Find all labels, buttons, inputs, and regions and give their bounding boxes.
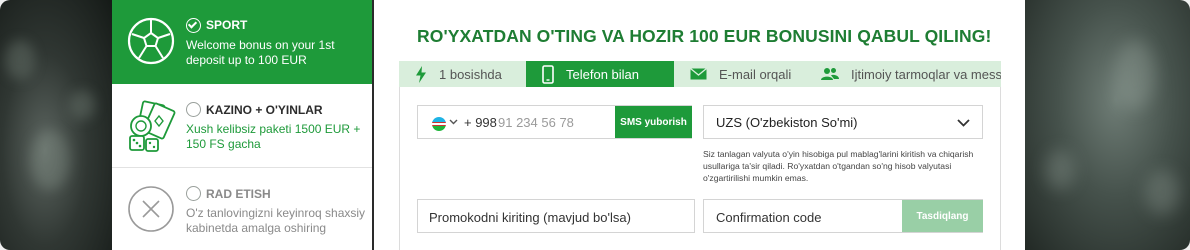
radio-selected-icon[interactable] (186, 18, 201, 33)
dial-code: + 998 (464, 115, 497, 130)
chevron-down-icon[interactable] (449, 119, 458, 125)
tab-label: 1 bosishda (439, 66, 502, 82)
confirmation-code-field[interactable]: Tasdiqlang (703, 199, 983, 233)
tab-social-networks[interactable]: Ijtimoiy tarmoqlar va mess... (805, 61, 1001, 87)
tab-email[interactable]: E-mail orqali (674, 61, 805, 87)
lightning-icon (416, 65, 426, 83)
bonus-option-description: Welcome bonus on your 1st deposit up to … (186, 38, 335, 67)
bonus-selector: SPORT Welcome bonus on your 1st deposit … (112, 0, 374, 250)
uzbekistan-flag-icon[interactable] (432, 117, 446, 131)
tab-phone[interactable]: Telefon bilan (526, 61, 674, 87)
confirmation-code-input[interactable] (716, 207, 896, 227)
phone-icon (542, 64, 554, 84)
bonus-option-cancel[interactable]: RAD ETISH O'z tanlovingizni keyinroq sha… (112, 170, 372, 250)
currency-selected-value: UZS (O'zbekiston So'mi) (716, 115, 858, 130)
registration-banner: SPORT Welcome bonus on your 1st deposit … (0, 0, 1190, 250)
tab-one-click[interactable]: 1 bosishda (399, 61, 526, 87)
phone-input[interactable] (498, 112, 610, 132)
bonus-option-title: RAD ETISH (206, 187, 271, 201)
send-sms-button[interactable]: SMS yuborish (615, 106, 692, 138)
background-photo-right (1025, 0, 1190, 250)
tab-label: Ijtimoiy tarmoqlar va mess... (851, 66, 1001, 82)
currency-select[interactable]: UZS (O'zbekiston So'mi) (703, 105, 983, 139)
background-photo-left (0, 0, 112, 250)
promo-code-field[interactable] (417, 199, 695, 233)
bonus-option-sport[interactable]: SPORT Welcome bonus on your 1st deposit … (112, 0, 372, 84)
registration-form: RO'YXATDAN O'TING VA HOZIR 100 EUR BONUS… (375, 0, 1025, 250)
currency-note: Siz tanlagan valyuta o'yin hisobiga pul … (703, 149, 974, 183)
tab-label: E-mail orqali (719, 66, 792, 82)
users-icon (821, 68, 839, 80)
tab-label: Telefon bilan (566, 66, 639, 82)
radio-unselected-icon[interactable] (186, 102, 201, 117)
close-circle-icon (126, 184, 176, 234)
bonus-option-description: Xush kelibsiz paketi 1500 EUR + 150 FS g… (186, 122, 361, 151)
bonus-option-title: KAZINO + O'YINLAR (206, 103, 323, 117)
confirm-button[interactable]: Tasdiqlang (902, 200, 983, 232)
promo-code-input[interactable] (429, 207, 679, 227)
chevron-down-icon[interactable] (957, 119, 970, 127)
registration-method-tabs: 1 bosishda Telefon bilan E-mail orqali I… (399, 61, 1001, 87)
bonus-option-description: O'z tanlovingizni keyinroq shaxsiy kabin… (186, 206, 366, 235)
envelope-icon (690, 68, 707, 80)
radio-unselected-icon[interactable] (186, 186, 201, 201)
bonus-option-title: SPORT (206, 18, 248, 32)
casino-chips-cards-dice-icon (126, 100, 176, 152)
bonus-option-casino[interactable]: KAZINO + O'YINLAR Xush kelibsiz paketi 1… (112, 86, 372, 168)
phone-number-field[interactable]: + 998 SMS yuborish (417, 105, 692, 139)
soccer-ball-icon (126, 16, 176, 66)
form-title: RO'YXATDAN O'TING VA HOZIR 100 EUR BONUS… (417, 26, 992, 46)
